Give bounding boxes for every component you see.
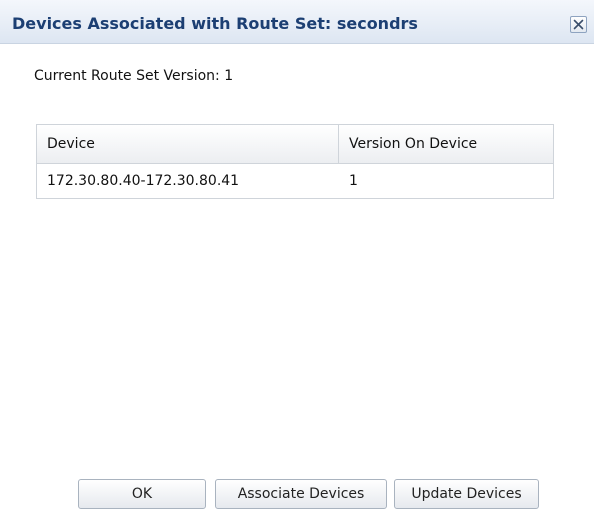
devices-dialog: Devices Associated with Route Set: secon… bbox=[0, 0, 594, 522]
device-cell: 172.30.80.40-172.30.80.41 bbox=[47, 173, 240, 189]
column-header-version-on-device[interactable]: Version On Device bbox=[339, 125, 553, 163]
update-devices-button[interactable]: Update Devices bbox=[394, 479, 539, 509]
version-cell: 1 bbox=[349, 173, 358, 189]
dialog-title: Devices Associated with Route Set: secon… bbox=[12, 14, 418, 33]
dialog-titlebar: Devices Associated with Route Set: secon… bbox=[0, 0, 594, 44]
current-version-text: Current Route Set Version: 1 bbox=[34, 68, 234, 84]
ok-button[interactable]: OK bbox=[78, 479, 206, 509]
table-row[interactable]: 172.30.80.40-172.30.80.41 1 bbox=[37, 164, 553, 198]
table-header: Device Version On Device bbox=[37, 125, 553, 164]
button-bar: OK Associate Devices Update Devices bbox=[0, 479, 594, 509]
close-icon bbox=[573, 19, 584, 30]
devices-table: Device Version On Device 172.30.80.40-17… bbox=[36, 124, 554, 199]
associate-devices-button[interactable]: Associate Devices bbox=[215, 479, 387, 509]
column-header-device[interactable]: Device bbox=[37, 125, 339, 163]
close-button[interactable] bbox=[570, 16, 587, 33]
